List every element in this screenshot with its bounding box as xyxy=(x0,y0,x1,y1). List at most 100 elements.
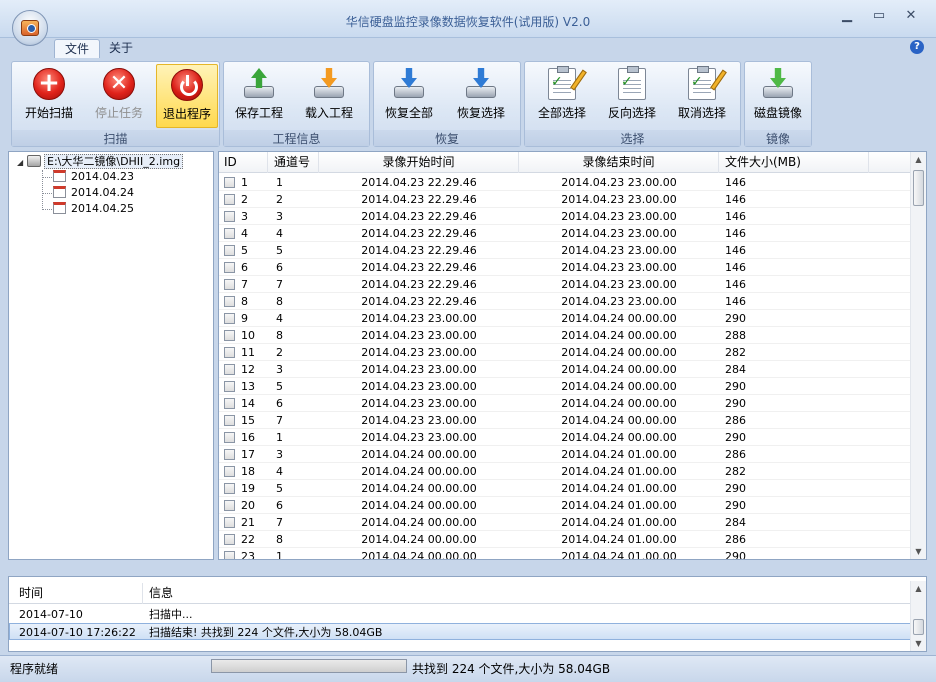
recover-selected-icon xyxy=(464,68,498,100)
row-checkbox[interactable] xyxy=(224,313,235,324)
tree-item-date[interactable]: 2014.04.24 xyxy=(53,185,134,201)
help-icon[interactable]: ? xyxy=(910,40,924,54)
row-checkbox[interactable] xyxy=(224,245,235,256)
row-checkbox[interactable] xyxy=(224,483,235,494)
col-id[interactable]: ID xyxy=(219,152,268,173)
row-checkbox[interactable] xyxy=(224,228,235,239)
row-checkbox[interactable] xyxy=(224,330,235,341)
table-row[interactable]: 5 5 2014.04.23 22.29.46 2014.04.23 23.00.00… xyxy=(219,242,911,259)
row-checkbox[interactable] xyxy=(224,534,235,545)
row-checkbox[interactable] xyxy=(224,381,235,392)
row-checkbox[interactable] xyxy=(224,466,235,477)
tree-item-date[interactable]: 2014.04.23 xyxy=(53,169,134,185)
table-row[interactable]: 21 7 2014.04.24 00.00.00 2014.04.24 01.00.0… xyxy=(219,514,911,531)
table-cell: 2014.04.23 22.29.46 xyxy=(361,176,477,189)
table-row[interactable]: 8 8 2014.04.23 22.29.46 2014.04.23 23.00.00… xyxy=(219,293,911,310)
row-checkbox[interactable] xyxy=(224,500,235,511)
disk-image-icon xyxy=(761,68,795,100)
row-checkbox[interactable] xyxy=(224,347,235,358)
table-row[interactable]: 9 4 2014.04.23 23.00.00 2014.04.24 00.00.00… xyxy=(219,310,911,327)
recover-selected-button[interactable]: 恢复选择 xyxy=(450,64,512,128)
row-checkbox[interactable] xyxy=(224,449,235,460)
row-checkbox[interactable] xyxy=(224,432,235,443)
row-checkbox[interactable] xyxy=(224,262,235,273)
scroll-down-icon[interactable]: ▼ xyxy=(911,544,926,559)
table-row[interactable]: 10 8 2014.04.23 23.00.00 2014.04.24 00.00.0… xyxy=(219,327,911,344)
table-cell: 8 xyxy=(276,329,283,342)
row-checkbox[interactable] xyxy=(224,551,235,559)
scroll-thumb[interactable] xyxy=(913,170,924,206)
table-row[interactable]: 2 2 2014.04.23 22.29.46 2014.04.23 23.00.00… xyxy=(219,191,911,208)
table-row[interactable]: 1 1 2014.04.23 22.29.46 2014.04.23 23.00.00… xyxy=(219,174,911,191)
table-cell: 2014.04.23 22.29.46 xyxy=(361,278,477,291)
tab-file[interactable]: 文件 xyxy=(54,39,101,58)
disk-image-button[interactable]: 磁盘镜像 xyxy=(747,64,809,128)
row-checkbox[interactable] xyxy=(224,194,235,205)
table-cell: 2014.04.23 23.00.00 xyxy=(361,363,477,376)
row-checkbox[interactable] xyxy=(224,177,235,188)
log-row-selected[interactable]: 2014-07-10 17:26:22 扫描结束! 共找到 224 个文件,大小… xyxy=(9,623,911,640)
scroll-up-icon[interactable]: ▲ xyxy=(911,581,926,596)
select-all-button[interactable]: ✓ 全部选择 xyxy=(531,64,593,128)
row-checkbox[interactable] xyxy=(224,279,235,290)
maximize-button[interactable]: ▭ xyxy=(868,8,890,24)
scroll-up-icon[interactable]: ▲ xyxy=(911,152,926,167)
tab-about[interactable]: 关于 xyxy=(99,39,143,58)
minimize-button[interactable]: ▁ xyxy=(836,8,858,24)
row-checkbox[interactable] xyxy=(224,211,235,222)
table-row[interactable]: 17 3 2014.04.24 00.00.00 2014.04.24 01.00.0… xyxy=(219,446,911,463)
col-channel[interactable]: 通道号 xyxy=(268,152,319,173)
table-cell: 2014.04.24 01.00.00 xyxy=(561,448,677,461)
table-row[interactable]: 15 7 2014.04.23 23.00.00 2014.04.24 00.00.0… xyxy=(219,412,911,429)
table-row[interactable]: 12 3 2014.04.23 23.00.00 2014.04.24 00.00.0… xyxy=(219,361,911,378)
log-row[interactable]: 2014-07-10 扫描中... xyxy=(9,606,911,623)
table-cell: 4 xyxy=(276,227,283,240)
table-row[interactable]: 22 8 2014.04.24 00.00.00 2014.04.24 01.00.0… xyxy=(219,531,911,548)
save-project-button[interactable]: 保存工程 xyxy=(228,64,290,128)
recover-all-button[interactable]: 恢复全部 xyxy=(378,64,440,128)
table-cell: 2014.04.23 23.00.00 xyxy=(361,397,477,410)
deselect-button[interactable]: ✓ 取消选择 xyxy=(671,64,733,128)
stop-task-button[interactable]: ✕ 停止任务 xyxy=(88,64,150,128)
col-end-time[interactable]: 录像结束时间 xyxy=(519,152,719,173)
log-col-time[interactable]: 时间 xyxy=(9,583,143,604)
table-row[interactable]: 11 2 2014.04.23 23.00.00 2014.04.24 00.00.0… xyxy=(219,344,911,361)
exit-button[interactable]: 退出程序 xyxy=(156,64,218,128)
table-row[interactable]: 20 6 2014.04.24 00.00.00 2014.04.24 01.00.0… xyxy=(219,497,911,514)
table-cell: 146 xyxy=(725,295,746,308)
scroll-down-icon[interactable]: ▼ xyxy=(911,636,926,651)
collapse-icon[interactable]: ◢ xyxy=(17,155,27,171)
tree-root[interactable]: ◢ E:\大华二镜像\DHII_2.img xyxy=(17,154,184,171)
table-scrollbar[interactable]: ▲ ▼ xyxy=(910,152,926,559)
log-col-info[interactable]: 信息 xyxy=(143,583,643,604)
log-scrollbar[interactable]: ▲ ▼ xyxy=(910,581,926,651)
tree-item-date[interactable]: 2014.04.25 xyxy=(53,201,134,217)
table-cell: 286 xyxy=(725,414,746,427)
table-row[interactable]: 3 3 2014.04.23 22.29.46 2014.04.23 23.00.00… xyxy=(219,208,911,225)
calendar-icon xyxy=(53,202,66,214)
row-checkbox[interactable] xyxy=(224,296,235,307)
scroll-thumb[interactable] xyxy=(913,619,924,635)
table-row[interactable]: 23 1 2014.04.24 00.00.00 2014.04.24 01.00.0… xyxy=(219,548,911,559)
table-cell: 16 xyxy=(241,431,255,444)
table-row[interactable]: 18 4 2014.04.24 00.00.00 2014.04.24 01.00.0… xyxy=(219,463,911,480)
table-row[interactable]: 13 5 2014.04.23 23.00.00 2014.04.24 00.00.0… xyxy=(219,378,911,395)
table-row[interactable]: 6 6 2014.04.23 22.29.46 2014.04.23 23.00.00… xyxy=(219,259,911,276)
table-row[interactable]: 14 6 2014.04.23 23.00.00 2014.04.24 00.00.0… xyxy=(219,395,911,412)
row-checkbox[interactable] xyxy=(224,364,235,375)
col-file-size[interactable]: 文件大小(MB) xyxy=(719,152,869,173)
invert-selection-button[interactable]: ✓ 反向选择 xyxy=(601,64,663,128)
start-scan-button[interactable]: + 开始扫描 xyxy=(18,64,80,128)
row-checkbox[interactable] xyxy=(224,398,235,409)
table-row[interactable]: 4 4 2014.04.23 22.29.46 2014.04.23 23.00.00… xyxy=(219,225,911,242)
row-checkbox[interactable] xyxy=(224,415,235,426)
load-project-button[interactable]: 载入工程 xyxy=(298,64,360,128)
col-start-time[interactable]: 录像开始时间 xyxy=(319,152,519,173)
table-cell: 10 xyxy=(241,329,255,342)
app-menu-button[interactable] xyxy=(12,10,48,46)
table-row[interactable]: 7 7 2014.04.23 22.29.46 2014.04.23 23.00.00… xyxy=(219,276,911,293)
close-button[interactable]: ✕ xyxy=(900,8,922,24)
table-row[interactable]: 19 5 2014.04.24 00.00.00 2014.04.24 01.00.0… xyxy=(219,480,911,497)
row-checkbox[interactable] xyxy=(224,517,235,528)
table-row[interactable]: 16 1 2014.04.23 23.00.00 2014.04.24 00.00.0… xyxy=(219,429,911,446)
